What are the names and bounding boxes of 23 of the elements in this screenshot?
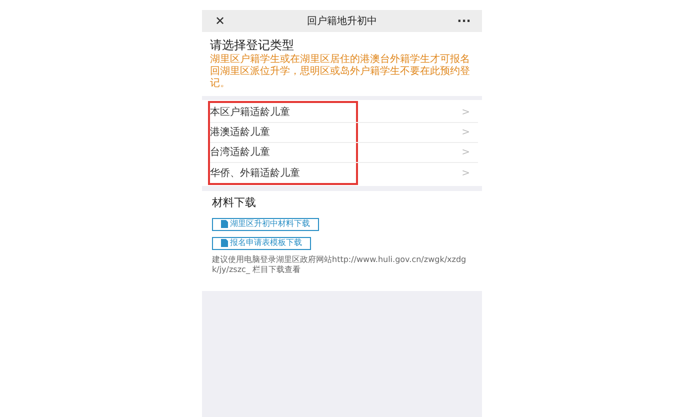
download-button[interactable]: 湖里区升初中材料下载	[212, 218, 319, 230]
option-row[interactable]: 港澳适龄儿童 >	[210, 123, 478, 143]
file-icon	[221, 239, 228, 247]
option-row[interactable]: 本区户籍适龄儿童 >	[210, 103, 478, 123]
option-row[interactable]: 台湾适龄儿童 >	[210, 143, 478, 163]
chevron-icon: >	[462, 166, 470, 180]
more-button[interactable]: ···	[454, 12, 474, 30]
close-button[interactable]: ✕	[210, 12, 230, 30]
option-label: 港澳适龄儿童	[210, 126, 271, 140]
chevron-icon: >	[462, 125, 470, 140]
page-title: 回户籍地升初中	[306, 14, 378, 28]
download-button[interactable]: 报名申请表模板下载	[212, 236, 311, 250]
chevron-icon: >	[462, 145, 470, 160]
download-hint: 建议使用电脑登录湖里区政府网站http://www.huli.gov.cn/zwgk/xzdgk/jy/zszc_ 栏目下载查看	[212, 254, 468, 274]
option-label: 华侨、外籍适龄儿童	[210, 166, 301, 180]
option-row[interactable]: 华侨、外籍适龄儿童 >	[210, 163, 478, 183]
file-icon	[221, 220, 228, 228]
notice-text: 湖里区户籍学生或在湖里区居住的港澳台外籍学生才可报名回湖里区派位升学，思明区或岛外户籍学生不要在此预约登记。	[210, 54, 471, 90]
option-label: 本区户籍适龄儿童	[210, 106, 291, 120]
download-title: 材料下载	[212, 195, 256, 211]
section-title: 请选择登记类型	[210, 37, 295, 53]
chevron-icon: >	[462, 105, 470, 120]
option-label: 台湾适龄儿童	[210, 146, 271, 160]
